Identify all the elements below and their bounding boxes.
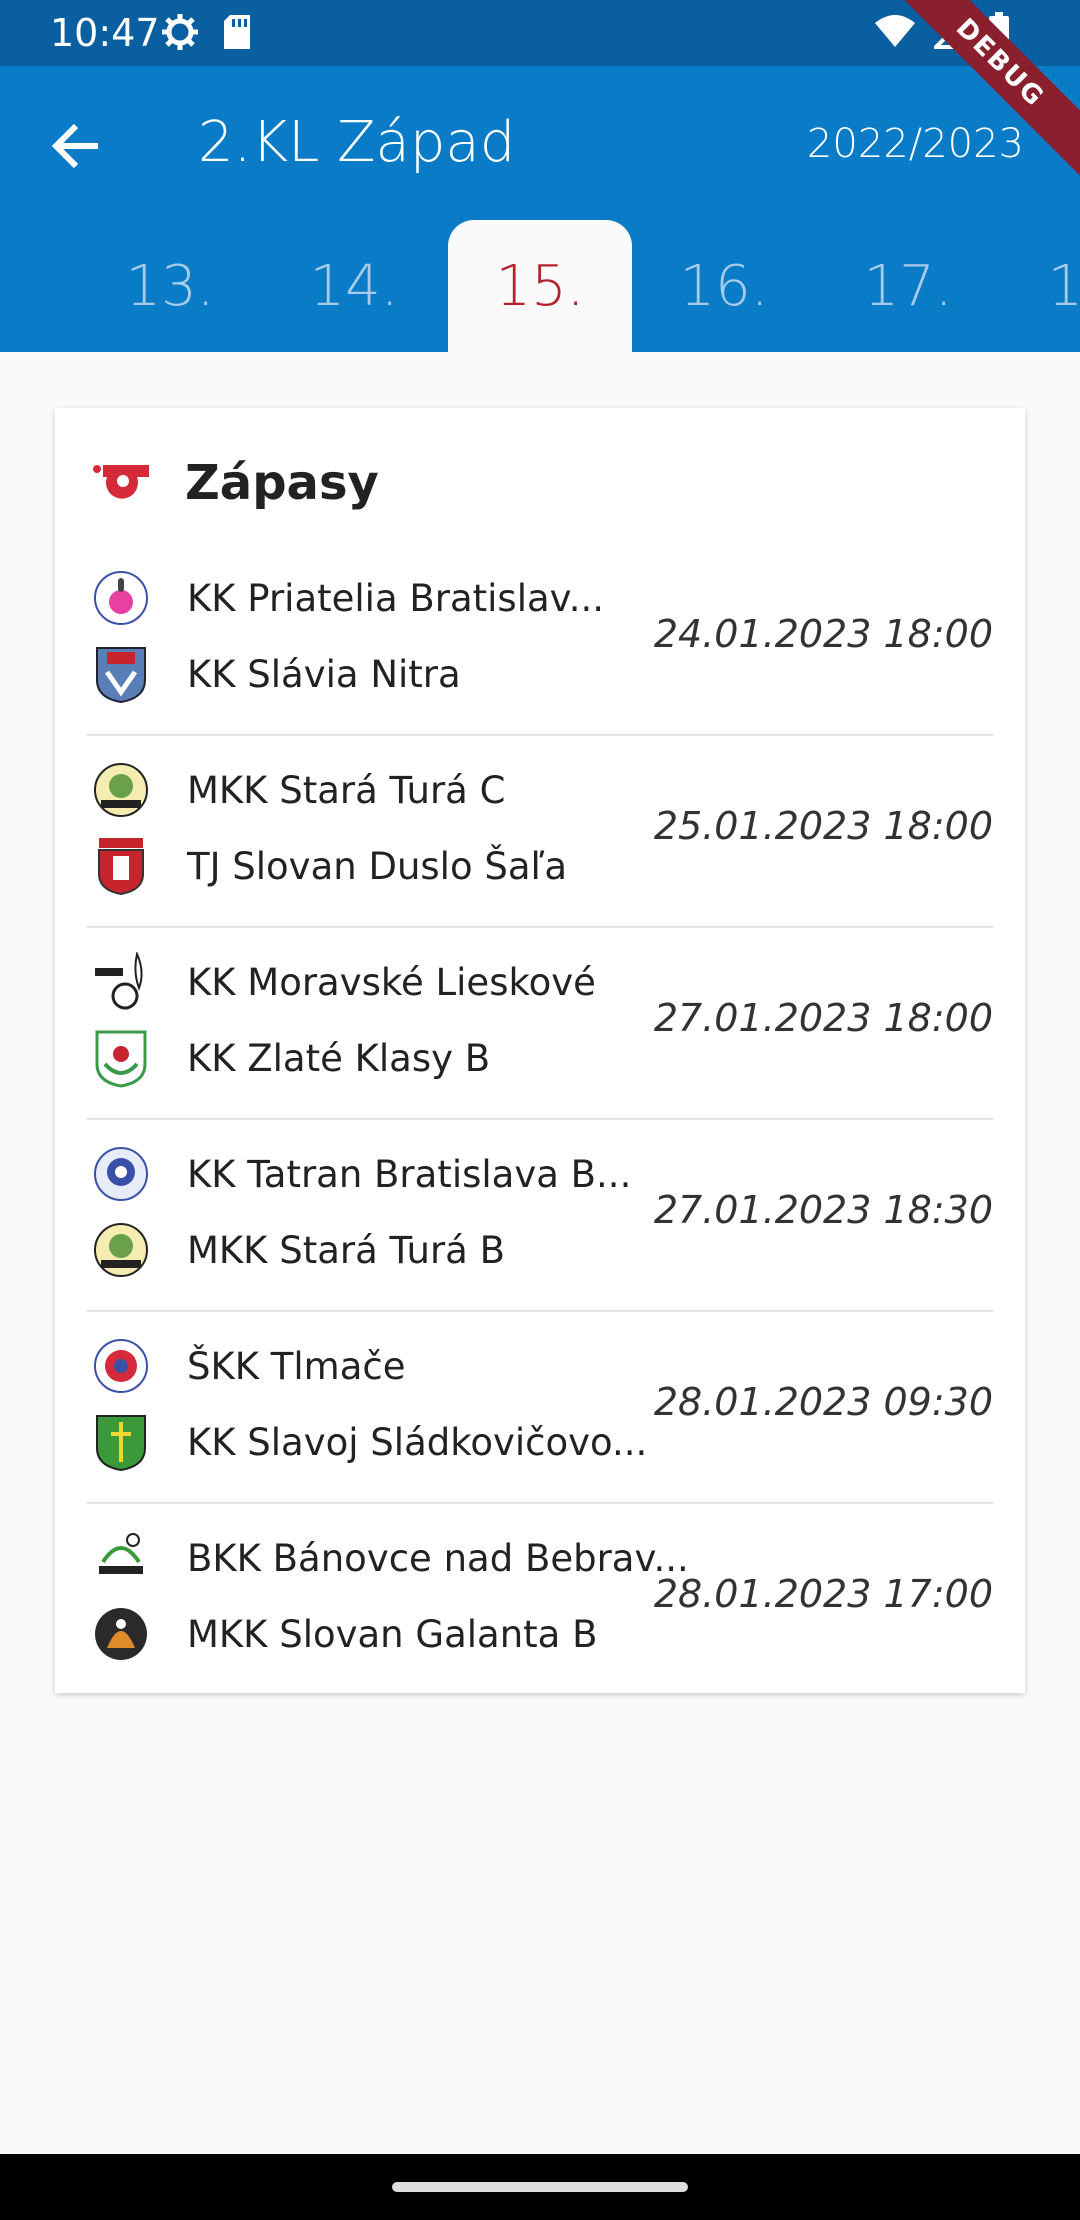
tab-round-16[interactable]: 16. [632, 220, 816, 352]
card-header: Zápasy [93, 448, 379, 518]
system-nav-bar [0, 2154, 1080, 2220]
home-team-name: KK Priatelia Bratislav... [187, 576, 604, 620]
team-logo-icon [93, 1144, 149, 1204]
team-logo-icon [93, 1028, 149, 1088]
match-date: 28.01.2023 17:00 [653, 1572, 993, 1616]
team-logo-icon [93, 644, 149, 704]
settings-gear-icon [160, 12, 200, 56]
team-logo-icon [93, 1412, 149, 1472]
wifi-icon [874, 13, 916, 53]
match-row[interactable]: MKK Stará Turá C TJ Slovan Duslo Šaľa 25… [87, 734, 993, 928]
team-logo-icon [93, 1604, 149, 1664]
match-row[interactable]: KK Priatelia Bratislav... KK Slávia Nitr… [87, 542, 993, 736]
home-team-name: BKK Bánovce nad Bebrav... [187, 1536, 689, 1580]
away-team-name: KK Slávia Nitra [187, 652, 461, 696]
away-team-name: KK Slavoj Sládkovičovo... [187, 1420, 648, 1464]
season-label[interactable]: 2022/2023 [807, 116, 1024, 172]
status-time: 10:47 [50, 11, 160, 55]
team-logo-icon [93, 1528, 149, 1588]
page-title: 2.KL Západ [198, 110, 516, 175]
match-date: 25.01.2023 18:00 [653, 804, 993, 848]
match-row[interactable]: ŠKK Tlmače KK Slavoj Sládkovičovo... 28.… [87, 1310, 993, 1504]
team-logo-icon [93, 1220, 149, 1280]
tab-round-17[interactable]: 17. [816, 220, 1000, 352]
app-bar: 2.KL Západ 2022/2023 [0, 66, 1080, 220]
tab-round-12[interactable]: 12. [0, 220, 54, 352]
team-logo-icon [93, 760, 149, 820]
team-logo-icon [93, 1336, 149, 1396]
away-team-name: MKK Slovan Galanta B [187, 1612, 598, 1656]
card-title: Zápasy [185, 455, 379, 511]
home-team-name: KK Moravské Lieskové [187, 960, 596, 1004]
tab-round-18[interactable]: 18. [1000, 220, 1080, 352]
away-team-name: MKK Stará Turá B [187, 1228, 505, 1272]
home-team-name: MKK Stará Turá C [187, 768, 506, 812]
back-arrow-icon[interactable] [48, 116, 108, 176]
home-indicator[interactable] [392, 2182, 688, 2192]
match-row[interactable]: BKK Bánovce nad Bebrav... MKK Slovan Gal… [87, 1502, 993, 1694]
home-team-name: KK Tatran Bratislava B... [187, 1152, 632, 1196]
round-tabs: 12. 13. 14. 15. 16. 17. 18. [0, 220, 1080, 352]
away-team-name: TJ Slovan Duslo Šaľa [187, 844, 568, 888]
home-team-name: ŠKK Tlmače [187, 1344, 406, 1388]
team-logo-icon [93, 568, 149, 628]
team-logo-icon [93, 950, 149, 1012]
tab-round-13[interactable]: 13. [78, 220, 262, 352]
match-date: 27.01.2023 18:30 [653, 1188, 993, 1232]
matches-card: Zápasy KK Priatelia Bratislav... KK Sláv… [55, 408, 1025, 1693]
team-logo-icon [93, 836, 149, 896]
match-row[interactable]: KK Tatran Bratislava B... MKK Stará Turá… [87, 1118, 993, 1312]
tab-round-14[interactable]: 14. [262, 220, 446, 352]
match-date: 27.01.2023 18:00 [653, 996, 993, 1040]
whistle-icon [93, 461, 151, 505]
away-team-name: KK Zlaté Klasy B [187, 1036, 491, 1080]
match-row[interactable]: KK Moravské Lieskové KK Zlaté Klasy B 27… [87, 926, 993, 1120]
match-date: 28.01.2023 09:30 [653, 1380, 993, 1424]
tab-round-15[interactable]: 15. [448, 220, 632, 352]
sd-card-icon [222, 13, 252, 55]
match-date: 24.01.2023 18:00 [653, 612, 993, 656]
